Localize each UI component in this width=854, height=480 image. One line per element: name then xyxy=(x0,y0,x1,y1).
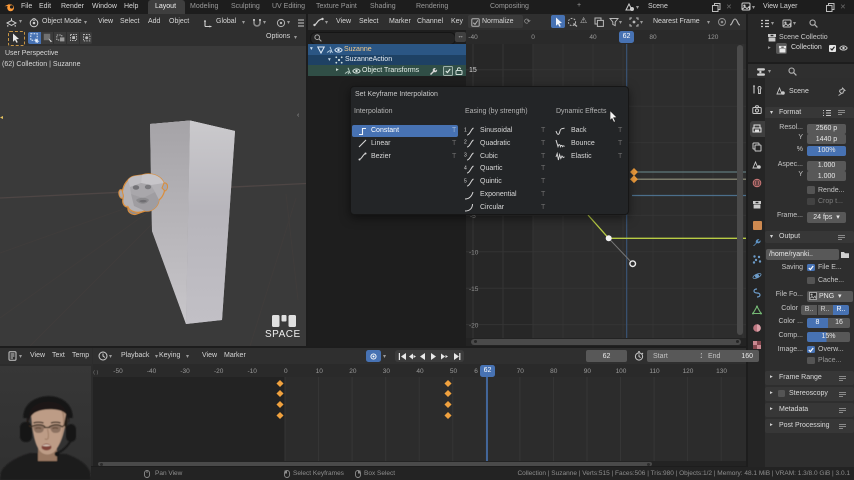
svg-text:2: 2 xyxy=(464,140,467,146)
svg-text:0: 0 xyxy=(284,368,288,375)
svg-text:SPACE: SPACE xyxy=(265,329,301,340)
svg-text:90: 90 xyxy=(584,368,592,375)
svg-text:-20: -20 xyxy=(469,323,479,330)
svg-text:20: 20 xyxy=(349,368,357,375)
svg-text:15: 15 xyxy=(469,67,477,74)
svg-text:3: 3 xyxy=(464,153,467,159)
svg-text:40: 40 xyxy=(416,368,424,375)
svg-text:80: 80 xyxy=(550,368,558,375)
svg-text:-30: -30 xyxy=(180,368,190,375)
svg-text:5: 5 xyxy=(464,178,467,184)
svg-text:1: 1 xyxy=(464,127,467,133)
svg-text:50: 50 xyxy=(450,368,458,375)
svg-text:120: 120 xyxy=(683,368,694,375)
svg-text:-10: -10 xyxy=(469,250,479,257)
svg-text:-50: -50 xyxy=(113,368,123,375)
svg-text:6: 6 xyxy=(474,368,478,375)
svg-text:110: 110 xyxy=(649,368,660,375)
svg-text:130: 130 xyxy=(716,368,727,375)
svg-text:-40: -40 xyxy=(147,368,157,375)
svg-text:70: 70 xyxy=(517,368,525,375)
svg-text:-15: -15 xyxy=(469,286,479,293)
svg-text:4: 4 xyxy=(464,165,467,171)
svg-text:10: 10 xyxy=(316,368,324,375)
svg-text:-10: -10 xyxy=(247,368,257,375)
svg-text:100: 100 xyxy=(616,368,627,375)
svg-text:30: 30 xyxy=(383,368,391,375)
svg-text:-20: -20 xyxy=(214,368,224,375)
